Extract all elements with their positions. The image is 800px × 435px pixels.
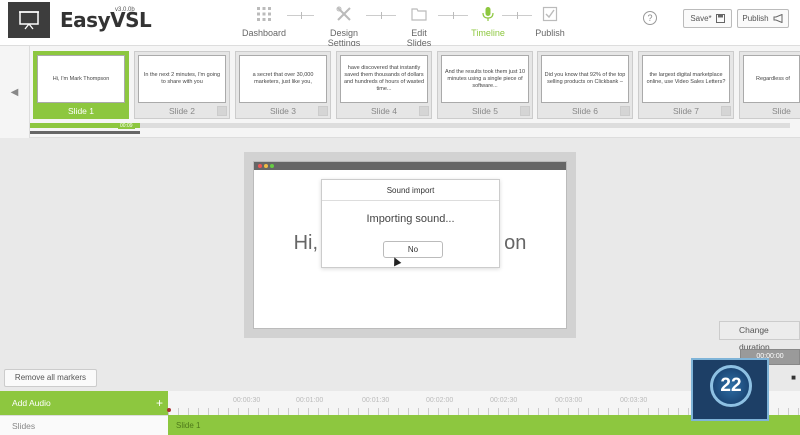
playhead-marker[interactable] <box>167 408 171 412</box>
step-connector <box>366 12 396 19</box>
dialog-title: Sound import <box>322 180 499 201</box>
slide-checkbox[interactable] <box>520 106 530 116</box>
scrollbar[interactable] <box>30 131 140 134</box>
app-name: EasyVSL <box>60 8 152 32</box>
preview-text-right: on <box>504 232 527 254</box>
floppy-icon <box>715 14 725 23</box>
slide-preview: Hi, I'm Mark Thompson <box>37 55 125 103</box>
microphone-icon <box>482 7 494 21</box>
slide-preview: the largest digital marketplace online, … <box>642 55 730 103</box>
dialog-message: Importing sound... <box>366 213 455 225</box>
step-label: Edit Slides <box>406 28 432 48</box>
slide-thumb[interactable]: a secret that over 30,000 marketers, jus… <box>235 51 331 119</box>
slide-thumb[interactable]: Did you know that 92% of the top selling… <box>537 51 633 119</box>
megaphone-icon <box>773 14 783 23</box>
slide-label: Slide 6 <box>572 106 598 116</box>
slide-preview: Regardless of <box>743 55 800 103</box>
slide-preview: In the next 2 minutes, I'm going to shar… <box>138 55 226 103</box>
step-label: Timeline <box>471 28 505 38</box>
help-icon[interactable]: ? <box>643 11 657 25</box>
badge-number: 22 <box>710 365 752 407</box>
minimize-dot-icon <box>264 164 268 168</box>
step-edit-slides[interactable]: Edit Slides <box>398 6 440 48</box>
remove-all-markers-button[interactable]: Remove all markers <box>4 369 97 387</box>
publish-button[interactable]: Publish <box>737 9 789 28</box>
browser-bar <box>254 162 566 170</box>
timeline-progress-track <box>30 123 790 128</box>
step-design-settings[interactable]: Design Settings <box>313 6 375 48</box>
slide-label: Slide 2 <box>169 106 195 116</box>
slide-label: Slide 4 <box>371 106 397 116</box>
change-duration-button[interactable]: Change duration <box>719 321 800 352</box>
slide-label: Slide 5 <box>472 106 498 116</box>
slide-preview: Did you know that 92% of the top selling… <box>541 55 629 103</box>
step-label: Dashboard <box>241 28 287 38</box>
slide-thumb[interactable]: Regardless of Slide <box>739 51 800 119</box>
slide-thumb[interactable]: Hi, I'm Mark Thompson Slide 1 <box>33 51 129 119</box>
slide-checkbox[interactable] <box>620 106 630 116</box>
slide-thumb[interactable]: In the next 2 minutes, I'm going to shar… <box>134 51 230 119</box>
step-timeline[interactable]: Timeline <box>470 6 506 38</box>
close-dot-icon <box>258 164 262 168</box>
slide-preview: And the results took them just 10 minute… <box>441 55 529 103</box>
preview-text-left: Hi, <box>293 232 319 254</box>
tick-label: 00:00:30 <box>233 397 261 404</box>
save-label: Save* <box>690 14 712 23</box>
tick-label: 00:01:30 <box>362 397 390 404</box>
tick-label: 00:02:30 <box>490 397 518 404</box>
step-label: Publish <box>535 28 565 38</box>
slide-thumb[interactable]: And the results took them just 10 minute… <box>437 51 533 119</box>
slides-strip: ◀ Hi, I'm Mark Thompson Slide 1 In the n… <box>0 46 800 138</box>
save-button[interactable]: Save* <box>683 9 732 28</box>
add-audio-label: Add Audio <box>12 398 51 408</box>
slide-label: Slide 7 <box>673 106 699 116</box>
step-label: Design Settings <box>327 28 361 48</box>
tick-label: 00:02:00 <box>426 397 454 404</box>
presentation-logo-icon[interactable] <box>8 2 50 38</box>
slide-label: Slide 3 <box>270 106 296 116</box>
no-button[interactable]: No <box>383 241 443 258</box>
tick-label: 00:03:30 <box>620 397 648 404</box>
slide-checkbox[interactable] <box>419 106 429 116</box>
tick-label: 00:03:00 <box>555 397 583 404</box>
slide-checkbox[interactable] <box>318 106 328 116</box>
stop-icon[interactable]: ■ <box>788 372 799 383</box>
scroll-left-icon[interactable]: ◀ <box>0 46 30 138</box>
add-audio-button[interactable]: Add Audio + <box>0 391 168 415</box>
sound-import-dialog: Sound import Importing sound... No <box>321 179 500 268</box>
maximize-dot-icon <box>270 164 274 168</box>
top-header: EasyVSL v3.0.0b Dashboard Design Setting… <box>0 0 800 48</box>
slide-checkbox[interactable] <box>721 106 731 116</box>
step-dashboard[interactable]: Dashboard <box>241 6 287 38</box>
app-version: v3.0.0b <box>115 7 135 13</box>
grid-icon <box>257 7 271 21</box>
track-label: Slide 1 <box>176 421 201 430</box>
slides-track-label: Slides <box>0 415 168 435</box>
step-publish[interactable]: Publish <box>534 6 566 38</box>
slide-thumb[interactable]: have discovered that instantly saved the… <box>336 51 432 119</box>
slide-preview: a secret that over 30,000 marketers, jus… <box>239 55 327 103</box>
step-connector <box>502 12 532 19</box>
publish-label: Publish <box>742 14 769 23</box>
progress-time: 00:09 <box>118 123 135 129</box>
app-root: EasyVSL v3.0.0b Dashboard Design Setting… <box>0 0 800 435</box>
plus-icon: + <box>155 396 163 410</box>
folder-icon <box>411 8 427 21</box>
slide-label: Slide 1 <box>68 106 94 116</box>
checkbox-icon <box>542 6 558 22</box>
episode-badge: 22 <box>691 358 769 421</box>
tick-label: 00:01:00 <box>296 397 324 404</box>
slide-thumb[interactable]: the largest digital marketplace online, … <box>638 51 734 119</box>
slide-checkbox[interactable] <box>217 106 227 116</box>
step-connector <box>287 12 314 19</box>
tools-icon <box>336 6 351 21</box>
slide-preview: have discovered that instantly saved the… <box>340 55 428 103</box>
slide-label: Slide <box>772 106 791 116</box>
step-connector <box>438 12 468 19</box>
